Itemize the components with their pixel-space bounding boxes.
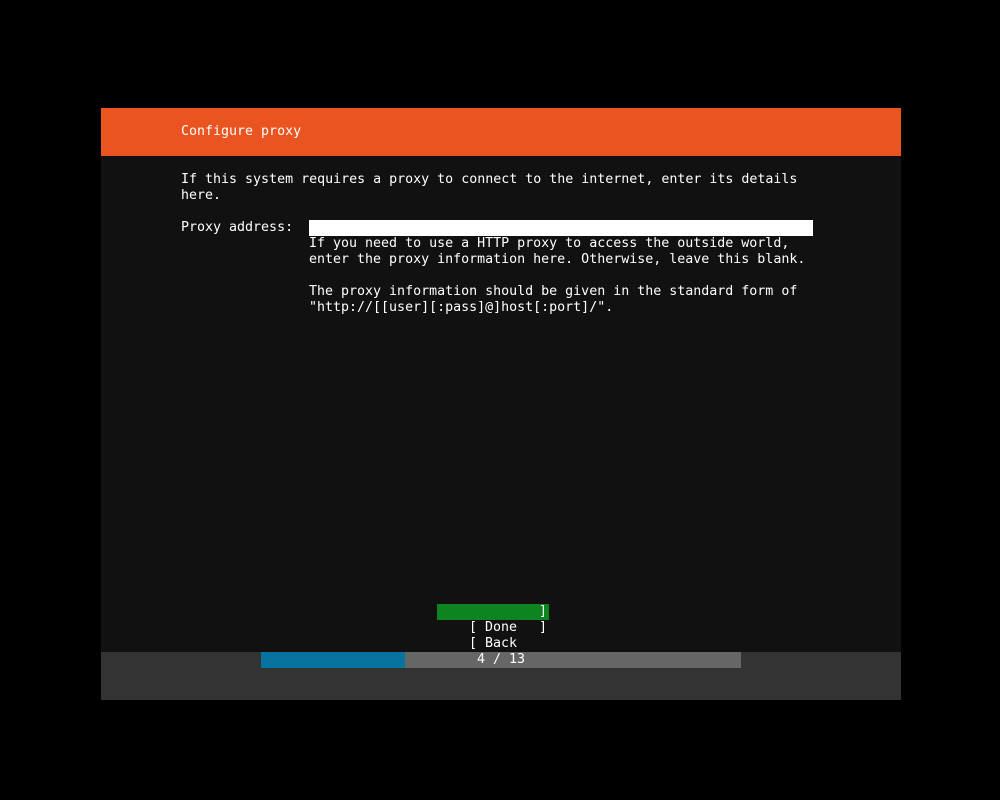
back-button-bracket: ] xyxy=(538,620,547,635)
intro-text-line-1: If this system requires a proxy to conne… xyxy=(181,172,798,187)
proxy-help-line-4: The proxy information should be given in… xyxy=(309,284,798,299)
footer-bar: 4 / 13 xyxy=(101,652,901,700)
installer-screen: Configure proxy If this system requires … xyxy=(101,108,901,700)
back-button-label: [ Back xyxy=(469,636,518,651)
proxy-help-line-2: enter the proxy information here. Otherw… xyxy=(309,252,806,267)
proxy-address-input[interactable] xyxy=(309,220,813,236)
intro-text-line-2: here. xyxy=(181,188,222,203)
done-button-bracket: ] xyxy=(538,604,547,619)
page-title: Configure proxy xyxy=(181,124,302,139)
header-bar: Configure proxy xyxy=(101,108,901,156)
progress-bar: 4 / 13 xyxy=(261,652,741,668)
progress-label: 4 / 13 xyxy=(476,652,526,667)
proxy-address-label: Proxy address: xyxy=(181,220,294,235)
proxy-help-line-5: "http://[[user][:pass]@]host[:port]/". xyxy=(309,300,614,315)
proxy-help-line-1: If you need to use a HTTP proxy to acces… xyxy=(309,236,790,251)
back-button[interactable]: [ Back] xyxy=(437,620,549,651)
done-button[interactable]: [ Done] xyxy=(437,604,549,635)
